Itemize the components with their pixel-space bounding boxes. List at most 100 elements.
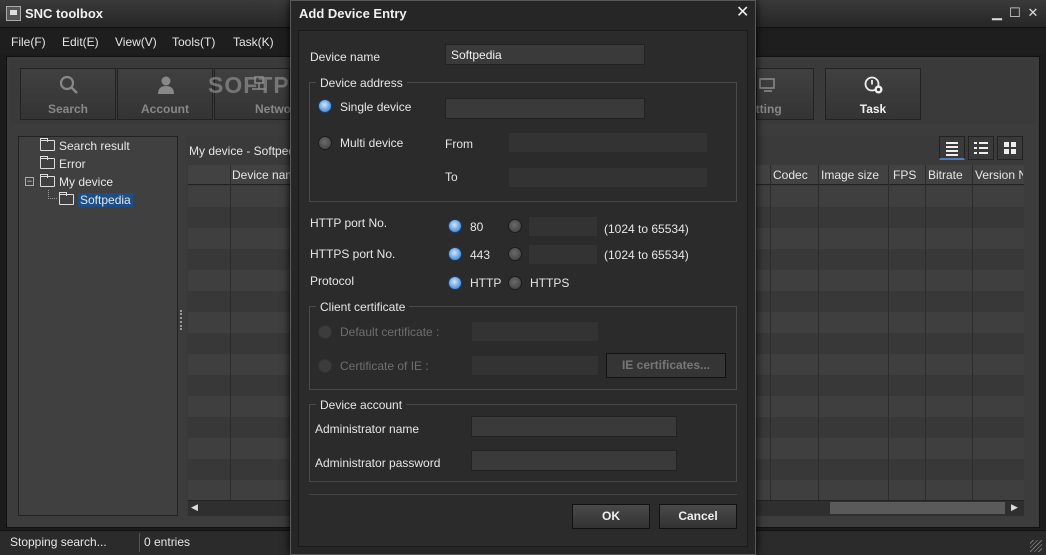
- admin-password-input[interactable]: [471, 450, 677, 471]
- https-port-default-label: 443: [470, 248, 491, 262]
- single-device-radio[interactable]: [318, 99, 332, 113]
- http-port-default-radio[interactable]: [448, 219, 462, 233]
- column-header-bitrate[interactable]: Bitrate: [928, 168, 963, 182]
- protocol-label: Protocol: [310, 274, 355, 288]
- tree-connector: [48, 190, 57, 199]
- scroll-right-icon[interactable]: ▶: [1011, 502, 1018, 513]
- resize-grip[interactable]: [1030, 540, 1042, 552]
- menu-file[interactable]: File(F): [11, 35, 46, 49]
- minimize-icon[interactable]: ▁: [990, 6, 1004, 20]
- admin-name-label: Administrator name: [315, 422, 420, 436]
- column-divider: [770, 165, 771, 500]
- column-header-codec[interactable]: Codec: [773, 168, 808, 182]
- search-button[interactable]: Search: [20, 68, 116, 120]
- tree-item-softpedia[interactable]: Softpedia: [59, 192, 133, 208]
- collapse-icon[interactable]: −: [25, 177, 34, 186]
- dialog-divider: [309, 494, 737, 495]
- multi-device-radio[interactable]: [318, 136, 332, 150]
- device-name-input[interactable]: Softpedia: [445, 44, 645, 65]
- client-certificate-legend: Client certificate: [316, 300, 410, 314]
- cancel-button[interactable]: Cancel: [659, 504, 737, 529]
- menu-tools[interactable]: Tools(T): [172, 35, 215, 49]
- ie-certificates-button[interactable]: IE certificates...: [606, 353, 726, 378]
- user-icon: [158, 76, 174, 94]
- to-address-input[interactable]: [508, 167, 708, 188]
- protocol-http-label: HTTP: [470, 276, 502, 290]
- tree-item-search-result[interactable]: Search result: [40, 138, 130, 154]
- account-button[interactable]: Account: [117, 68, 213, 120]
- https-port-default-radio[interactable]: [448, 247, 462, 261]
- status-text: Stopping search...: [10, 535, 107, 549]
- scroll-left-icon[interactable]: ◀: [191, 502, 198, 513]
- certificate-ie-input[interactable]: [471, 355, 599, 376]
- view-thumbnail-button[interactable]: [997, 136, 1023, 160]
- folder-icon: [40, 138, 55, 151]
- ok-button[interactable]: OK: [572, 504, 650, 529]
- search-button-label: Search: [47, 102, 89, 116]
- protocol-https-radio[interactable]: [508, 276, 522, 290]
- view-list-button[interactable]: [968, 136, 994, 160]
- setting-button[interactable]: etting: [749, 68, 814, 120]
- menu-view[interactable]: View(V): [115, 35, 157, 49]
- folder-icon: [40, 174, 55, 187]
- single-device-label: Single device: [340, 100, 412, 114]
- app-icon: [6, 6, 21, 21]
- menu-task[interactable]: Task(K): [233, 35, 274, 49]
- close-icon[interactable]: ✕: [1026, 6, 1040, 20]
- column-divider: [972, 165, 973, 500]
- admin-name-input[interactable]: [471, 416, 677, 437]
- tree-item-error[interactable]: Error: [40, 156, 86, 172]
- multi-device-label: Multi device: [340, 136, 404, 150]
- http-port-custom-radio[interactable]: [508, 219, 522, 233]
- status-divider: [139, 533, 140, 552]
- folder-icon: [40, 156, 55, 169]
- certificate-ie-radio[interactable]: [318, 359, 332, 373]
- column-header-fps[interactable]: FPS: [893, 168, 916, 182]
- device-address-legend: Device address: [316, 76, 407, 90]
- maximize-icon[interactable]: ☐: [1008, 6, 1022, 20]
- tree-item-label: Softpedia: [78, 193, 133, 207]
- list-view-icon: [946, 142, 958, 156]
- dialog-close-icon[interactable]: ✕: [736, 5, 749, 21]
- http-port-default-label: 80: [470, 220, 484, 234]
- column-header-image-size[interactable]: Image size: [821, 168, 879, 182]
- admin-password-label: Administrator password: [315, 456, 441, 470]
- https-port-custom-radio[interactable]: [508, 247, 522, 261]
- certificate-ie-label: Certificate of IE :: [340, 359, 429, 373]
- http-port-label: HTTP port No.: [310, 216, 388, 230]
- splitter-handle[interactable]: [180, 310, 185, 330]
- single-device-address-input[interactable]: [445, 98, 645, 119]
- column-divider: [818, 165, 819, 500]
- default-certificate-radio[interactable]: [318, 325, 332, 339]
- device-account-legend: Device account: [316, 398, 407, 412]
- view-details-button[interactable]: [939, 136, 965, 160]
- device-name-label: Device name: [310, 50, 381, 64]
- default-certificate-input[interactable]: [471, 321, 599, 342]
- setting-icon: [759, 78, 775, 92]
- https-port-input[interactable]: [528, 244, 598, 265]
- from-address-input[interactable]: [508, 132, 708, 153]
- detail-view-icon: [974, 142, 988, 154]
- scrollbar-thumb[interactable]: [830, 502, 1005, 514]
- folder-icon: [59, 192, 74, 205]
- grid-view-icon: [1004, 142, 1016, 154]
- tree-item-my-device[interactable]: My device: [40, 174, 113, 190]
- task-button-label: Task: [859, 102, 887, 116]
- search-icon: [59, 75, 78, 94]
- menu-edit[interactable]: Edit(E): [62, 35, 99, 49]
- column-divider: [925, 165, 926, 500]
- http-port-range: (1024 to 65534): [604, 222, 689, 236]
- column-divider: [230, 165, 231, 500]
- tree-item-label: My device: [59, 175, 114, 189]
- breadcrumb: My device - Softpedia: [189, 144, 305, 158]
- column-header-version[interactable]: Version N: [975, 168, 1023, 182]
- protocol-http-radio[interactable]: [448, 276, 462, 290]
- default-certificate-label: Default certificate :: [340, 325, 440, 339]
- http-port-input[interactable]: [528, 216, 598, 237]
- task-icon: [864, 76, 883, 94]
- tree-item-label: Error: [59, 157, 86, 171]
- https-port-range: (1024 to 65534): [604, 248, 689, 262]
- network-button-label: Network: [255, 102, 303, 116]
- task-button[interactable]: Task: [825, 68, 921, 120]
- app-title: SNC toolbox: [25, 6, 103, 21]
